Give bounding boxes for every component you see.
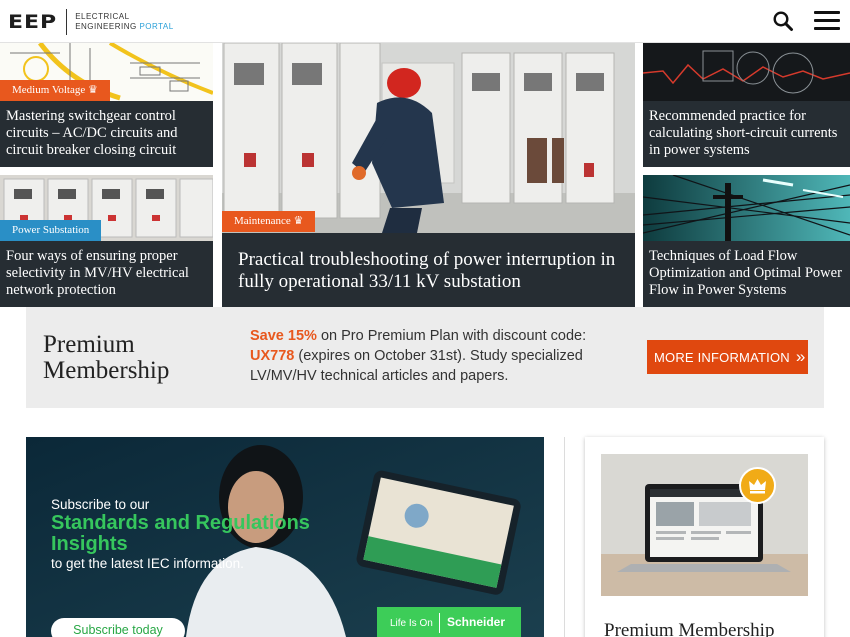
- hamburger-menu-icon[interactable]: [814, 11, 840, 31]
- logo-line-3: Portal: [139, 22, 174, 31]
- chevron-right-icon: »: [795, 347, 806, 366]
- premium-title: Premium Membership: [43, 332, 169, 384]
- article-title[interactable]: Practical troubleshooting of power inter…: [222, 233, 635, 307]
- substation-worker-image: [222, 43, 635, 233]
- premium-title-line-1: Premium: [43, 331, 135, 358]
- menu-bar: [814, 11, 840, 14]
- subscribe-banner-ad[interactable]: Subscribe to our Standards and Regulatio…: [26, 437, 544, 637]
- article-title[interactable]: Recommended practice for calculating sho…: [643, 101, 850, 167]
- premium-text-part-2: (expires on October 31st). Study special…: [250, 348, 583, 384]
- column-divider: [564, 437, 565, 637]
- power-lines-image: [643, 175, 850, 241]
- laptop-image: [601, 454, 808, 596]
- article-tile-selectivity[interactable]: Power Substation Four ways of ensuring p…: [0, 175, 213, 307]
- banner-headline: Standards and Regulations Insights: [51, 512, 310, 555]
- category-tag[interactable]: Power Substation: [0, 220, 102, 241]
- card-title[interactable]: Premium Membership: [604, 620, 774, 637]
- more-information-button[interactable]: MORE INFORMATION »: [647, 340, 808, 374]
- article-tile-short-circuit[interactable]: Recommended practice for calculating sho…: [643, 43, 850, 167]
- article-title[interactable]: Techniques of Load Flow Optimization and…: [643, 241, 850, 307]
- premium-text-part-1: on Pro Premium Plan with discount code:: [316, 328, 587, 344]
- schneider-brand: Schneider: [447, 615, 506, 629]
- logo-text: Electrical Engineering Portal: [75, 12, 174, 32]
- logo-line-2: Engineering: [75, 22, 137, 31]
- search-icon[interactable]: [772, 10, 794, 32]
- premium-promo-band: Premium Membership Save 15% on Pro Premi…: [26, 307, 824, 408]
- category-tag[interactable]: Maintenance ♛: [222, 211, 316, 232]
- banner-line-1: Subscribe to our: [51, 497, 150, 512]
- category-tag[interactable]: Medium Voltage ♛: [0, 80, 110, 101]
- site-logo[interactable]: EEP Electrical Engineering Portal: [8, 9, 174, 35]
- logo-divider: [439, 613, 440, 633]
- short-circuit-graphic-image: [643, 43, 850, 101]
- site-header: EEP Electrical Engineering Portal: [0, 0, 850, 43]
- premium-title-line-2: Membership: [43, 357, 170, 384]
- premium-membership-card[interactable]: Premium Membership: [585, 437, 824, 637]
- more-information-label: MORE INFORMATION: [654, 350, 790, 365]
- article-title[interactable]: Mastering switchgear control circuits – …: [0, 101, 213, 167]
- banner-line-3: to get the latest IEC information.: [51, 556, 244, 571]
- logo-line-1: Electrical: [75, 12, 130, 21]
- premium-description: Save 15% on Pro Premium Plan with discou…: [250, 326, 600, 386]
- logo-mark: EEP: [8, 11, 58, 33]
- schneider-logo: Life Is On Schneider: [377, 607, 521, 637]
- article-title[interactable]: Four ways of ensuring proper selectivity…: [0, 241, 213, 307]
- crown-icon: [739, 467, 776, 504]
- article-tile-load-flow[interactable]: Techniques of Load Flow Optimization and…: [643, 175, 850, 307]
- discount-code: UX778: [250, 348, 295, 364]
- logo-divider: [66, 9, 68, 35]
- menu-bar: [814, 19, 840, 22]
- page: EEP Electrical Engineering Portal: [0, 0, 850, 637]
- article-tile-switchgear[interactable]: Medium Voltage ♛ Mastering switchgear co…: [0, 43, 213, 167]
- discount-highlight: Save 15%: [250, 328, 317, 344]
- menu-bar: [814, 27, 840, 30]
- subscribe-today-button[interactable]: Subscribe today: [51, 618, 185, 637]
- life-is-on-label: Life Is On: [390, 618, 433, 629]
- article-tile-troubleshooting[interactable]: Maintenance ♛ Practical troubleshooting …: [222, 43, 635, 307]
